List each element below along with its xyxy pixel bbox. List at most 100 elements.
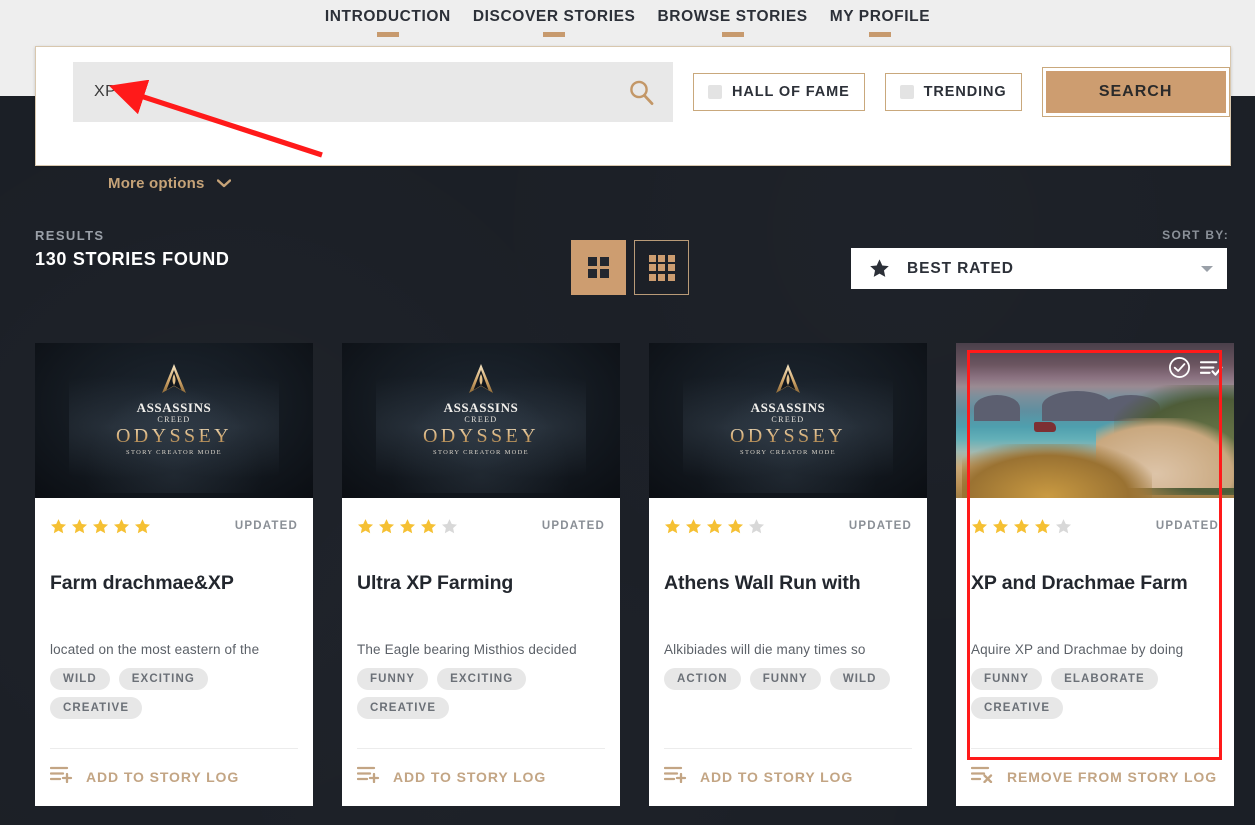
grid-2x2-icon xyxy=(588,257,609,278)
story-description: The Eagle bearing Misthios decided xyxy=(357,642,605,657)
story-card-grid: ASSASSINS CREED ODYSSEY STORY CREATOR MO… xyxy=(35,343,1234,806)
star-icon xyxy=(664,518,681,535)
odyssey-logo: ASSASSINS CREED ODYSSEY STORY CREATOR MO… xyxy=(649,363,927,456)
assassins-creed-crest-icon xyxy=(161,363,187,397)
more-options-label: More options xyxy=(108,175,205,192)
status-badge: UPDATED xyxy=(849,520,912,532)
star-icon xyxy=(971,518,988,535)
story-tag[interactable]: FUNNY xyxy=(357,668,428,690)
status-badge: UPDATED xyxy=(1156,520,1219,532)
search-icon[interactable] xyxy=(627,78,655,106)
search-button[interactable]: SEARCH xyxy=(1042,67,1230,117)
story-thumbnail[interactable] xyxy=(956,343,1234,498)
story-tag[interactable]: ACTION xyxy=(664,668,741,690)
star-icon xyxy=(378,518,395,535)
star-icon xyxy=(706,518,723,535)
nav-label: BROWSE STORIES xyxy=(657,8,807,26)
story-tag[interactable]: CREATIVE xyxy=(357,697,449,719)
logo-odyssey: ODYSSEY xyxy=(116,425,232,448)
logo-assassins: ASSASSINS xyxy=(444,400,519,416)
story-tag[interactable]: CREATIVE xyxy=(50,697,142,719)
nav-item-my-profile[interactable]: MY PROFILE xyxy=(830,8,930,37)
add-to-story-log-button[interactable]: ADD TO STORY LOG xyxy=(357,748,605,806)
story-card[interactable]: ASSASSINS CREED ODYSSEY STORY CREATOR MO… xyxy=(649,343,927,806)
list-plus-icon xyxy=(50,765,74,788)
list-check-icon[interactable] xyxy=(1200,358,1223,378)
story-card[interactable]: ASSASSINS CREED ODYSSEY STORY CREATOR MO… xyxy=(35,343,313,806)
story-title: XP and Drachmae Farm xyxy=(971,572,1219,594)
logo-odyssey: ODYSSEY xyxy=(730,425,846,448)
story-card-body: UPDATED Athens Wall Run with Alkibiades … xyxy=(649,498,927,806)
grid-3x3-icon xyxy=(649,255,675,281)
star-icon xyxy=(113,518,130,535)
story-title: Ultra XP Farming xyxy=(357,572,605,594)
nav-item-introduction[interactable]: INTRODUCTION xyxy=(325,8,451,37)
hall-of-fame-filter[interactable]: HALL OF FAME xyxy=(693,73,865,111)
story-tag[interactable]: EXCITING xyxy=(119,668,208,690)
story-description: located on the most eastern of the xyxy=(50,642,298,657)
sort-by-label: SORT BY: xyxy=(1162,228,1229,242)
logo-creed: CREED xyxy=(464,415,497,424)
star-icon xyxy=(748,518,765,535)
status-badge: UPDATED xyxy=(542,520,605,532)
story-thumbnail[interactable]: ASSASSINS CREED ODYSSEY STORY CREATOR MO… xyxy=(342,343,620,498)
story-card[interactable]: ASSASSINS CREED ODYSSEY STORY CREATOR MO… xyxy=(342,343,620,806)
story-thumbnail[interactable]: ASSASSINS CREED ODYSSEY STORY CREATOR MO… xyxy=(35,343,313,498)
star-icon xyxy=(869,258,890,279)
trending-filter[interactable]: TRENDING xyxy=(885,73,1022,111)
mountain-shape xyxy=(974,395,1020,421)
story-card-body: UPDATED Farm drachmae&XP located on the … xyxy=(35,498,313,806)
story-log-action-label: ADD TO STORY LOG xyxy=(86,769,239,785)
story-tag[interactable]: WILD xyxy=(50,668,110,690)
story-tag[interactable]: ELABORATE xyxy=(1051,668,1158,690)
more-options-toggle[interactable]: More options xyxy=(108,175,231,192)
logo-creed: CREED xyxy=(771,415,804,424)
story-tag[interactable]: FUNNY xyxy=(750,668,821,690)
check-circle-icon[interactable] xyxy=(1168,356,1191,379)
list-x-icon xyxy=(971,765,995,788)
search-button-label: SEARCH xyxy=(1099,83,1173,101)
results-summary: RESULTS 130 STORIES FOUND xyxy=(35,228,230,270)
story-thumb-badges xyxy=(1168,356,1223,379)
story-log-action-label: ADD TO STORY LOG xyxy=(700,769,853,785)
results-kicker: RESULTS xyxy=(35,228,230,243)
story-title: Farm drachmae&XP xyxy=(50,572,298,594)
nav-item-discover-stories[interactable]: DISCOVER STORIES xyxy=(473,8,636,37)
search-panel: HALL OF FAME TRENDING SEARCH More option… xyxy=(35,46,1231,166)
star-icon xyxy=(1013,518,1030,535)
logo-creed: CREED xyxy=(157,415,190,424)
star-icon xyxy=(357,518,374,535)
rating-stars xyxy=(971,518,1072,535)
sort-select[interactable]: BEST RATED xyxy=(851,248,1227,289)
story-tag[interactable]: WILD xyxy=(830,668,890,690)
add-to-story-log-button[interactable]: ADD TO STORY LOG xyxy=(50,748,298,806)
odyssey-keyart: ASSASSINS CREED ODYSSEY STORY CREATOR MO… xyxy=(342,343,620,498)
view-mode-small-grid[interactable] xyxy=(634,240,689,295)
story-tag[interactable]: CREATIVE xyxy=(971,697,1063,719)
list-plus-icon xyxy=(664,765,688,788)
story-description: Alkibiades will die many times so xyxy=(664,642,912,657)
story-log-action-label: REMOVE FROM STORY LOG xyxy=(1007,769,1217,785)
story-tag[interactable]: FUNNY xyxy=(971,668,1042,690)
story-thumbnail[interactable]: ASSASSINS CREED ODYSSEY STORY CREATOR MO… xyxy=(649,343,927,498)
search-controls-row: HALL OF FAME TRENDING SEARCH xyxy=(73,62,1230,122)
odyssey-keyart: ASSASSINS CREED ODYSSEY STORY CREATOR MO… xyxy=(649,343,927,498)
view-mode-large-grid[interactable] xyxy=(571,240,626,295)
story-tag[interactable]: EXCITING xyxy=(437,668,526,690)
main-navigation: INTRODUCTION DISCOVER STORIES BROWSE STO… xyxy=(0,0,1255,37)
trending-checkbox[interactable] xyxy=(900,85,914,99)
add-to-story-log-button[interactable]: ADD TO STORY LOG xyxy=(664,748,912,806)
trending-label: TRENDING xyxy=(924,84,1007,100)
star-icon xyxy=(92,518,109,535)
hall-of-fame-checkbox[interactable] xyxy=(708,85,722,99)
star-icon xyxy=(399,518,416,535)
search-input[interactable] xyxy=(73,62,613,122)
remove-from-story-log-button[interactable]: REMOVE FROM STORY LOG xyxy=(971,748,1219,806)
logo-assassins: ASSASSINS xyxy=(751,400,826,416)
nav-item-browse-stories[interactable]: BROWSE STORIES xyxy=(657,8,807,37)
story-card[interactable]: UPDATED XP and Drachmae Farm Aquire XP a… xyxy=(956,343,1234,806)
rock-shape xyxy=(962,444,1152,498)
browse-stories-page: INTRODUCTION DISCOVER STORIES BROWSE STO… xyxy=(0,0,1255,825)
star-icon xyxy=(1055,518,1072,535)
nav-label: MY PROFILE xyxy=(830,8,930,26)
